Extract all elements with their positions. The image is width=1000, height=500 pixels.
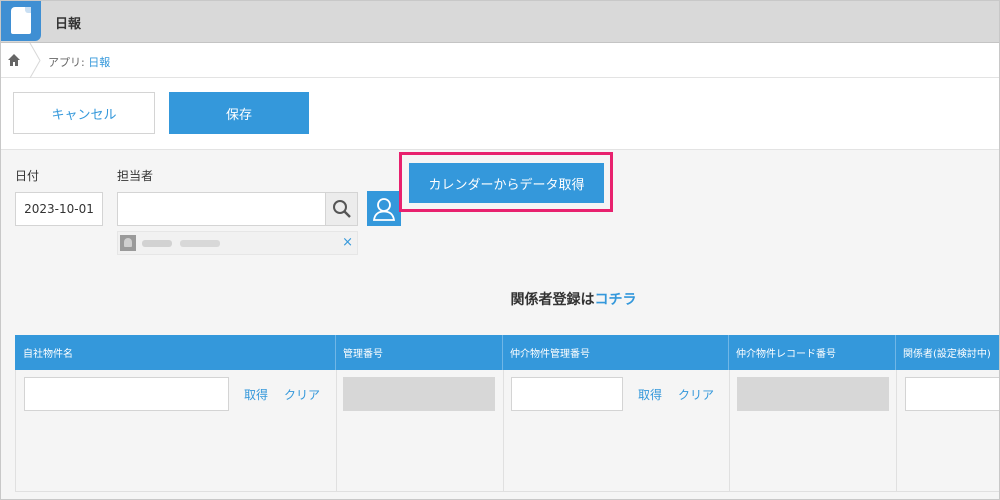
own-property-input[interactable] <box>24 377 229 411</box>
breadcrumb: アプリ: 日報 <box>1 43 999 78</box>
clear-link[interactable]: クリア <box>678 386 714 403</box>
section-title: 関係者登録はコチラ <box>1 289 999 309</box>
date-label: 日付 <box>15 169 40 183</box>
management-number-field <box>343 377 495 411</box>
get-link[interactable]: 取得 <box>638 386 662 403</box>
column-divider <box>896 370 897 492</box>
search-button[interactable] <box>326 192 358 226</box>
breadcrumb-prefix: アプリ: <box>48 56 89 69</box>
column-header-brokerage-record-number: 仲介物件レコード番号 <box>736 349 836 360</box>
table-header: 自社物件名 管理番号 仲介物件管理番号 仲介物件レコード番号 関係者(設定検討中… <box>15 335 999 370</box>
column-header-stakeholders: 関係者(設定検討中) <box>903 349 991 360</box>
column-header-brokerage-management-number: 仲介物件管理番号 <box>510 349 590 360</box>
close-icon[interactable]: × <box>342 235 353 251</box>
clear-link[interactable]: クリア <box>284 386 320 403</box>
table-row: 取得 クリア 取得 クリア <box>15 370 999 492</box>
title-bar: 日報 <box>1 1 999 43</box>
home-icon[interactable] <box>7 53 21 67</box>
column-header-management-number: 管理番号 <box>343 349 383 360</box>
get-link[interactable]: 取得 <box>244 386 268 403</box>
assignee-search-input[interactable] <box>117 192 326 226</box>
section-title-text: 関係者登録は <box>510 292 595 308</box>
search-icon <box>332 200 351 218</box>
breadcrumb-app-link[interactable]: 日報 <box>88 56 110 69</box>
column-divider <box>336 370 337 492</box>
redacted-user-name <box>142 240 172 247</box>
column-header-own-property: 自社物件名 <box>23 349 73 360</box>
avatar <box>120 235 136 251</box>
cancel-button[interactable]: キャンセル <box>13 92 155 134</box>
app-title: 日報 <box>55 17 82 32</box>
column-divider <box>729 370 730 492</box>
brokerage-management-number-input[interactable] <box>511 377 623 411</box>
column-divider <box>503 370 504 492</box>
date-field[interactable]: 2023-10-01 <box>15 192 103 226</box>
section-link[interactable]: コチラ <box>595 292 637 308</box>
calendar-fetch-button[interactable]: カレンダーからデータ取得 <box>409 163 604 203</box>
breadcrumb-trail: アプリ: 日報 <box>48 54 110 70</box>
brokerage-record-number-field <box>737 377 889 411</box>
user-icon <box>372 197 396 221</box>
app-window: 日報 アプリ: 日報 キャンセル 保存 日付 2023-10-01 担当者 × … <box>0 0 1000 500</box>
redacted-user-name <box>180 240 220 247</box>
breadcrumb-separator-icon <box>29 43 41 78</box>
stakeholders-input[interactable] <box>905 377 999 411</box>
save-button[interactable]: 保存 <box>169 92 309 134</box>
selected-user-chip: × <box>117 231 358 255</box>
user-select-button[interactable] <box>367 191 401 226</box>
toolbar: キャンセル 保存 <box>1 78 999 150</box>
document-icon[interactable] <box>1 1 41 41</box>
assignee-label: 担当者 <box>117 169 154 183</box>
